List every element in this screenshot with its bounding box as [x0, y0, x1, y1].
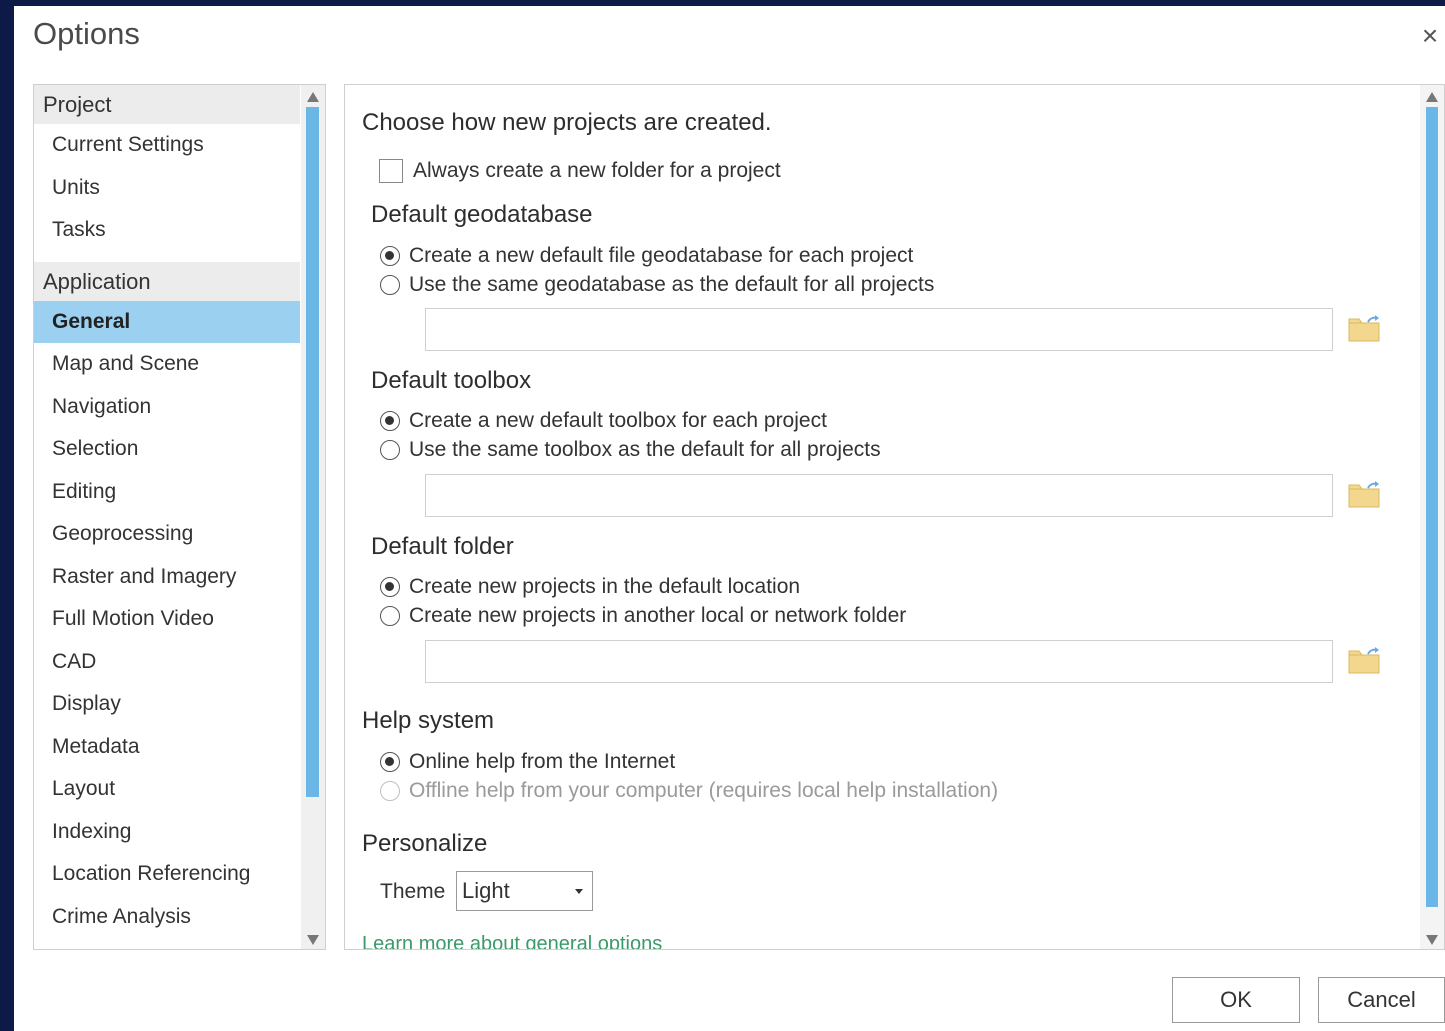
geodatabase-option-new[interactable]: Create a new default file geodatabase fo…	[380, 244, 913, 268]
folder-open-icon[interactable]	[1348, 647, 1382, 675]
nav-item-layout[interactable]: Layout	[34, 768, 300, 811]
help-radio-offline	[380, 781, 400, 801]
folder-open-icon[interactable]	[1348, 481, 1382, 509]
close-icon[interactable]: ×	[1415, 20, 1445, 52]
nav-item-units[interactable]: Units	[34, 167, 300, 210]
folder-option-default-label: Create new projects in the default locat…	[409, 575, 801, 598]
intro-heading: Choose how new projects are created.	[362, 109, 772, 136]
help-option-online-label: Online help from the Internet	[409, 750, 676, 773]
folder-option-other-label: Create new projects in another local or …	[409, 604, 907, 627]
chevron-down-icon	[575, 889, 583, 894]
nav-item-cad[interactable]: CAD	[34, 641, 300, 684]
options-dialog: Options × Project Current Settings Units…	[14, 6, 1445, 1031]
geodatabase-path-input[interactable]	[425, 308, 1333, 351]
nav-scrollbar[interactable]	[301, 85, 325, 949]
nav-item-geoprocessing[interactable]: Geoprocessing	[34, 513, 300, 556]
nav-scroll-thumb[interactable]	[306, 107, 319, 797]
nav-item-navigation[interactable]: Navigation	[34, 386, 300, 429]
help-option-online[interactable]: Online help from the Internet	[380, 750, 675, 774]
nav-item-current-settings[interactable]: Current Settings	[34, 124, 300, 167]
folder-radio-other[interactable]	[380, 606, 400, 626]
toolbox-option-same[interactable]: Use the same toolbox as the default for …	[380, 438, 881, 462]
nav-item-map-and-scene[interactable]: Map and Scene	[34, 343, 300, 386]
theme-label: Theme	[380, 880, 446, 903]
folder-option-default[interactable]: Create new projects in the default locat…	[380, 575, 800, 599]
nav-group-application: Application	[34, 261, 300, 301]
toolbox-path-input[interactable]	[425, 474, 1333, 517]
new-folder-checkbox[interactable]	[379, 159, 403, 183]
scroll-up-icon[interactable]	[307, 92, 319, 102]
new-folder-option[interactable]: Always create a new folder for a project	[379, 159, 781, 183]
help-radio-online[interactable]	[380, 752, 400, 772]
help-option-offline-label: Offline help from your computer (require…	[409, 779, 999, 802]
nav-item-raster-and-imagery[interactable]: Raster and Imagery	[34, 556, 300, 599]
nav-item-general[interactable]: General	[34, 300, 300, 343]
nav-item-location-referencing[interactable]: Location Referencing	[34, 853, 300, 896]
nav-item-editing[interactable]: Editing	[34, 471, 300, 514]
geodatabase-option-same[interactable]: Use the same geodatabase as the default …	[380, 273, 934, 297]
toolbox-option-new-label: Create a new default toolbox for each pr…	[409, 409, 827, 432]
folder-radio-default[interactable]	[380, 577, 400, 597]
geodatabase-option-same-label: Use the same geodatabase as the default …	[409, 273, 935, 296]
nav-group-project: Project	[34, 85, 300, 124]
theme-select[interactable]: Light	[456, 871, 593, 911]
personalize-heading: Personalize	[362, 830, 488, 857]
new-folder-label: Always create a new folder for a project	[413, 159, 781, 182]
cancel-button[interactable]: Cancel	[1318, 977, 1445, 1023]
folder-path-input[interactable]	[425, 640, 1333, 683]
nav-item-full-motion-video[interactable]: Full Motion Video	[34, 598, 300, 641]
folder-option-other[interactable]: Create new projects in another local or …	[380, 604, 906, 628]
folder-heading: Default folder	[371, 533, 514, 560]
toolbox-radio-same[interactable]	[380, 440, 400, 460]
geodatabase-radio-new[interactable]	[380, 246, 400, 266]
scroll-down-icon[interactable]	[307, 935, 319, 945]
toolbox-option-new[interactable]: Create a new default toolbox for each pr…	[380, 409, 827, 433]
nav-item-indexing[interactable]: Indexing	[34, 811, 300, 854]
main-scroll-thumb[interactable]	[1426, 107, 1438, 907]
nav-item-display[interactable]: Display	[34, 683, 300, 726]
general-options-panel: Choose how new projects are created. Alw…	[344, 84, 1445, 950]
toolbox-radio-new[interactable]	[380, 411, 400, 431]
ok-button[interactable]: OK	[1172, 977, 1300, 1023]
geodatabase-radio-same[interactable]	[380, 275, 400, 295]
scroll-up-icon[interactable]	[1426, 92, 1438, 102]
help-option-offline: Offline help from your computer (require…	[380, 779, 998, 803]
toolbox-heading: Default toolbox	[371, 367, 532, 394]
scroll-down-icon[interactable]	[1426, 935, 1438, 945]
folder-open-icon[interactable]	[1348, 315, 1382, 343]
toolbox-option-same-label: Use the same toolbox as the default for …	[409, 438, 881, 461]
main-scrollbar[interactable]	[1420, 85, 1444, 949]
nav-item-crime-analysis[interactable]: Crime Analysis	[34, 896, 300, 939]
help-heading: Help system	[362, 707, 495, 734]
learn-more-link[interactable]: Learn more about general options	[362, 933, 662, 949]
geodatabase-option-new-label: Create a new default file geodatabase fo…	[409, 244, 914, 267]
nav-item-tasks[interactable]: Tasks	[34, 209, 300, 252]
theme-value: Light	[462, 878, 510, 903]
options-nav: Project Current Settings Units Tasks App…	[33, 84, 326, 950]
geodatabase-heading: Default geodatabase	[371, 201, 593, 228]
dialog-title: Options	[33, 16, 140, 51]
nav-item-metadata[interactable]: Metadata	[34, 726, 300, 769]
nav-item-selection[interactable]: Selection	[34, 428, 300, 471]
